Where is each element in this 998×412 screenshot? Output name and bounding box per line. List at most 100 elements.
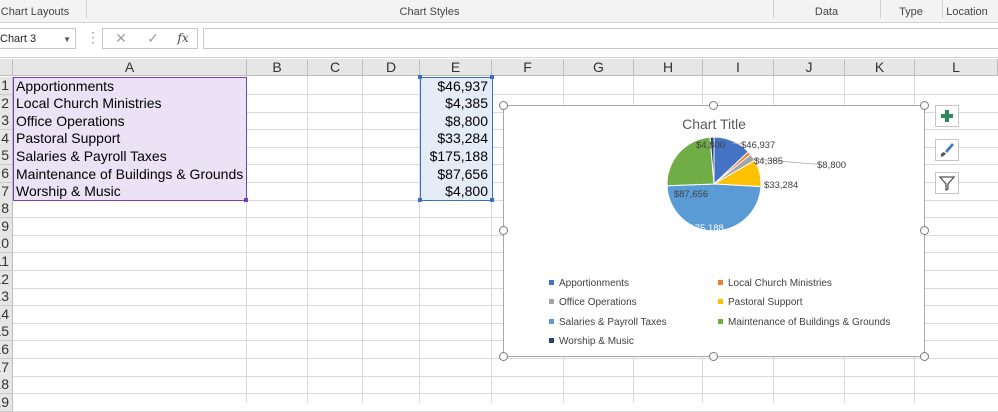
row-header-19[interactable]: 19 <box>0 394 13 412</box>
column-header-c[interactable]: C <box>308 59 363 76</box>
grid-line <box>13 376 998 377</box>
chevron-down-icon[interactable]: ▼ <box>63 29 71 50</box>
legend-swatch <box>718 318 723 324</box>
cell-a1[interactable]: Apportionments <box>14 78 247 95</box>
chart-resize-handle-top[interactable] <box>709 101 718 110</box>
select-all-corner[interactable] <box>0 59 13 76</box>
chart-resize-handle-bottom[interactable] <box>709 352 718 361</box>
legend-label: Worship & Music <box>559 336 634 347</box>
column-header-h[interactable]: H <box>634 59 703 76</box>
filter-icon <box>938 176 956 192</box>
grid-line <box>362 76 363 403</box>
row-header-10[interactable]: 10 <box>0 235 13 253</box>
grid-line <box>13 393 998 394</box>
cell-a2[interactable]: Local Church Ministries <box>14 95 247 112</box>
cell-e7[interactable]: $4,800 <box>421 183 492 200</box>
cell-a3[interactable]: Office Operations <box>14 113 247 130</box>
column-header-k[interactable]: K <box>845 59 915 76</box>
row-header-14[interactable]: 14 <box>0 306 13 324</box>
brush-icon <box>940 143 954 157</box>
legend-swatch <box>549 337 554 343</box>
column-header-f[interactable]: F <box>492 59 564 76</box>
legend-swatch <box>718 298 723 304</box>
row-header-7[interactable]: 7 <box>0 183 13 201</box>
legend-swatch <box>549 318 554 324</box>
close-icon[interactable]: ✕ <box>109 29 133 48</box>
data-label-office-operations[interactable]: $8,800 <box>817 160 846 171</box>
column-header-l[interactable]: L <box>915 59 998 76</box>
legend-label: Maintenance of Buildings & Grounds <box>728 317 891 328</box>
column-header-j[interactable]: J <box>774 59 845 76</box>
data-label-maintenance-of-buildings-grounds[interactable]: $87,656 <box>674 189 708 200</box>
data-label-pastoral-support[interactable]: $33,284 <box>764 180 798 191</box>
legend-item-salaries-payroll-taxes[interactable]: Salaries & Payroll Taxes <box>549 317 667 329</box>
cell-a6[interactable]: Maintenance of Buildings & Grounds <box>14 166 247 183</box>
legend-swatch <box>549 279 554 285</box>
row-header-1[interactable]: 1 <box>0 77 13 95</box>
legend-item-office-operations[interactable]: Office Operations <box>549 297 637 309</box>
legend-label: Apportionments <box>559 278 630 289</box>
row-header-16[interactable]: 16 <box>0 341 13 359</box>
column-header-a[interactable]: A <box>13 59 247 76</box>
column-header-b[interactable]: B <box>247 59 308 76</box>
chart-resize-handle-right[interactable] <box>920 226 929 235</box>
legend-item-worship-music[interactable]: Worship & Music <box>549 336 634 348</box>
cell-a7[interactable]: Worship & Music <box>14 183 247 200</box>
cell-e6[interactable]: $87,656 <box>421 166 492 183</box>
cell-e4[interactable]: $33,284 <box>421 130 492 147</box>
row-header-9[interactable]: 9 <box>0 218 13 236</box>
name-box[interactable]: Chart 3 ▼ <box>0 28 76 49</box>
row-header-11[interactable]: 11 <box>0 253 13 271</box>
column-header-e[interactable]: E <box>420 59 492 76</box>
more-options-icon[interactable]: ⋮ <box>86 30 100 44</box>
chart-resize-handle-bottom-left[interactable] <box>499 352 508 361</box>
chart-resize-handle-top-right[interactable] <box>920 101 929 110</box>
grid-line <box>307 76 308 403</box>
legend-label: Salaries & Payroll Taxes <box>559 317 667 328</box>
insert-function-button[interactable]: fx <box>171 29 195 48</box>
legend-label: Local Church Ministries <box>728 278 832 289</box>
chart-resize-handle-top-left[interactable] <box>499 101 508 110</box>
cell-a4[interactable]: Pastoral Support <box>14 130 247 147</box>
data-label-apportionments[interactable]: $46,937 <box>741 140 775 151</box>
row-header-6[interactable]: 6 <box>0 165 13 183</box>
row-header-12[interactable]: 12 <box>0 271 13 289</box>
chart-resize-handle-left[interactable] <box>499 226 508 235</box>
chart-filters-button[interactable] <box>935 172 959 194</box>
cell-e1[interactable]: $46,937 <box>421 78 492 95</box>
legend-swatch <box>718 279 723 285</box>
row-header-15[interactable]: 15 <box>0 323 13 341</box>
plus-icon <box>941 110 953 122</box>
data-label-local-church-ministries[interactable]: $4,385 <box>754 156 783 167</box>
legend-item-maintenance-buildings-grounds[interactable]: Maintenance of Buildings & Grounds <box>718 317 890 329</box>
cell-a5[interactable]: Salaries & Payroll Taxes <box>14 148 247 165</box>
cell-e3[interactable]: $8,800 <box>421 113 492 130</box>
column-header-i[interactable]: I <box>703 59 774 76</box>
chart-elements-button[interactable] <box>935 105 959 127</box>
pie-chart[interactable]: Chart Title $46,937 $4,385 $8,800 $33,284 $1… <box>503 105 925 357</box>
row-header-8[interactable]: 8 <box>0 200 13 218</box>
formula-input[interactable] <box>203 28 998 49</box>
chart-resize-handle-bottom-right[interactable] <box>920 352 929 361</box>
data-label-worship-music[interactable]: $4,800 <box>696 140 725 151</box>
row-header-2[interactable]: 2 <box>0 95 13 113</box>
chart-styles-button[interactable] <box>935 139 959 161</box>
data-label-salaries-payroll-taxes[interactable]: $175,188 <box>684 223 724 234</box>
ribbon-group-chart-styles: Chart Styles <box>399 6 460 18</box>
column-header-g[interactable]: G <box>564 59 634 76</box>
legend-item-local-church-ministries[interactable]: Local Church Ministries <box>718 278 832 290</box>
column-header-d[interactable]: D <box>363 59 420 76</box>
row-header-4[interactable]: 4 <box>0 130 13 148</box>
legend-item-pastoral-support[interactable]: Pastoral Support <box>718 297 803 309</box>
row-header-5[interactable]: 5 <box>0 147 13 165</box>
cell-e2[interactable]: $4,385 <box>421 95 492 112</box>
legend-swatch <box>549 298 554 304</box>
check-icon[interactable]: ✓ <box>141 29 165 48</box>
row-header-3[interactable]: 3 <box>0 112 13 130</box>
ribbon-group-chart-layouts: Chart Layouts <box>0 6 70 18</box>
row-header-17[interactable]: 17 <box>0 359 13 377</box>
row-header-13[interactable]: 13 <box>0 288 13 306</box>
cell-e5[interactable]: $175,188 <box>421 148 492 165</box>
row-header-18[interactable]: 18 <box>0 376 13 394</box>
legend-item-apportionments[interactable]: Apportionments <box>549 278 629 290</box>
